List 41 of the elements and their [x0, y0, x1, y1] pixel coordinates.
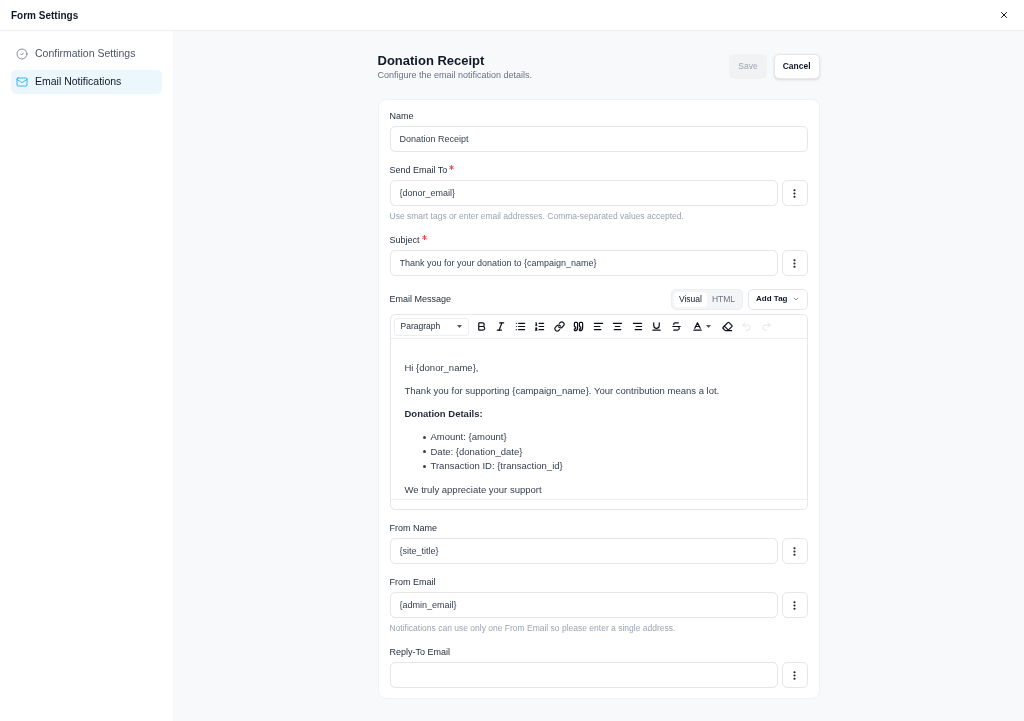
field-label: Subject [389, 234, 420, 246]
field-label: Email Message [389, 293, 452, 305]
editor-heading: Donation Details: [404, 407, 484, 421]
list-item: Transaction ID: {transaction_id} [430, 459, 563, 474]
check-circle-icon [16, 48, 28, 60]
field-label: From Name [389, 522, 437, 534]
field-label: Name [389, 110, 414, 122]
editor-paragraph: We truly appreciate your support [404, 482, 543, 497]
sidebar-item[interactable]: Email Notifications [11, 70, 162, 94]
field-label: Reply-To Email [389, 646, 451, 658]
chevron-down-icon [791, 295, 800, 303]
close-icon [999, 10, 1009, 20]
editor-paragraph: Hi {donor_name}, [404, 361, 480, 375]
field-label: From Email [389, 576, 436, 588]
caret-icon [456, 325, 462, 328]
help-text: Notifications can use only one From Email so please enter a single address. [389, 622, 677, 634]
page-title: Donation Receipt [377, 53, 486, 68]
input-field[interactable]: {admin_email} [389, 592, 778, 618]
page-subtitle: Configure the email notification details. [377, 69, 533, 81]
caret-icon [706, 325, 711, 328]
help-text: Use smart tags or enter email addresses. Comma-separated values accepted. [389, 210, 685, 222]
input-field[interactable]: Donation Receipt [389, 126, 808, 152]
mail-icon [16, 76, 28, 88]
list-item: Date: {donation_date} [430, 444, 523, 459]
sidebar-item[interactable]: Confirmation Settings [11, 42, 162, 66]
input-field[interactable]: {donor_email} [389, 180, 778, 206]
add-tag-button[interactable]: Add Tag [748, 288, 808, 310]
list-item: Amount: {amount} [430, 430, 507, 445]
mode-tab[interactable]: Visual [673, 291, 707, 307]
input-field[interactable] [389, 662, 778, 688]
editor-paragraph: Thank you for supporting {campaign_name}. Your contribution means a lot. [404, 384, 721, 398]
window-title: Form Settings [11, 8, 79, 23]
bullet-icon [422, 450, 426, 454]
bullet-icon [422, 464, 426, 468]
input-field[interactable]: {site_title} [389, 538, 778, 564]
input-field[interactable]: Thank you for your donation to {campaign_name} [389, 250, 778, 276]
field-label: Send Email To [389, 164, 448, 176]
bullet-icon [422, 435, 426, 439]
mode-tab[interactable]: HTML [706, 291, 741, 307]
format-select[interactable]: Paragraph [393, 317, 469, 336]
cancel-button[interactable]: Cancel [773, 54, 820, 79]
